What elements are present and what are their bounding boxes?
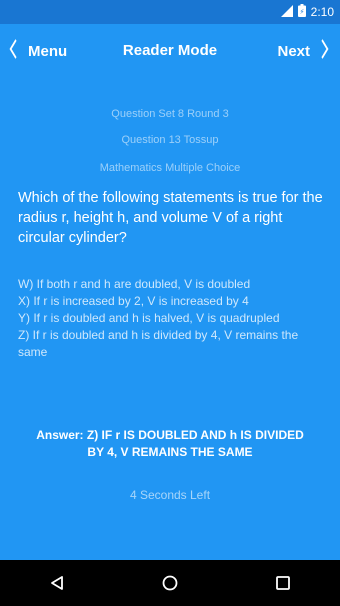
choice-item: X) If r is increased by 2, V is increase… bbox=[18, 294, 249, 308]
battery-icon: ⚡ bbox=[297, 4, 306, 20]
menu-button[interactable]: Menu bbox=[6, 24, 67, 78]
home-nav-button[interactable] bbox=[150, 563, 190, 603]
timer-label: 4 Seconds Left bbox=[129, 488, 211, 502]
chevron-left-icon bbox=[9, 38, 17, 64]
next-button[interactable]: Next bbox=[277, 24, 332, 78]
recents-square-icon bbox=[276, 576, 291, 590]
back-triangle-icon bbox=[50, 576, 63, 590]
recents-nav-button[interactable] bbox=[263, 563, 303, 603]
status-time: 2:10 bbox=[310, 5, 334, 19]
choice-item: Z) If r is doubled and h is divided by 4… bbox=[18, 328, 299, 359]
question-set-label: Question Set 8 Round 3 bbox=[111, 108, 229, 120]
chevron-right-icon bbox=[321, 38, 329, 64]
svg-text:⚡: ⚡ bbox=[299, 8, 304, 16]
answer-text: Answer: Z) IF r IS DOUBLED AND h IS DIVI… bbox=[36, 428, 304, 459]
question-text: Which of the following statements is tru… bbox=[18, 190, 323, 246]
system-nav-bar bbox=[0, 560, 340, 606]
status-bar: ⚡ 2:10 bbox=[0, 0, 340, 24]
question-number-label: Question 13 Tossup bbox=[121, 134, 219, 146]
home-circle-icon bbox=[162, 575, 178, 591]
choices-list: W) If both r and h are doubled, V is dou… bbox=[18, 276, 330, 361]
menu-label: Menu bbox=[28, 42, 68, 60]
app-bar: Menu Reader Mode Next bbox=[0, 24, 340, 78]
choice-item: Y) If r is doubled and h is halved, V is… bbox=[18, 311, 280, 325]
signal-icon bbox=[280, 4, 293, 20]
back-nav-button[interactable] bbox=[37, 563, 77, 603]
next-label: Next bbox=[277, 42, 310, 60]
choice-item: W) If both r and h are doubled, V is dou… bbox=[18, 277, 251, 291]
question-type-label: Mathematics Multiple Choice bbox=[99, 162, 241, 174]
status-icons: ⚡ 2:10 bbox=[280, 0, 334, 24]
